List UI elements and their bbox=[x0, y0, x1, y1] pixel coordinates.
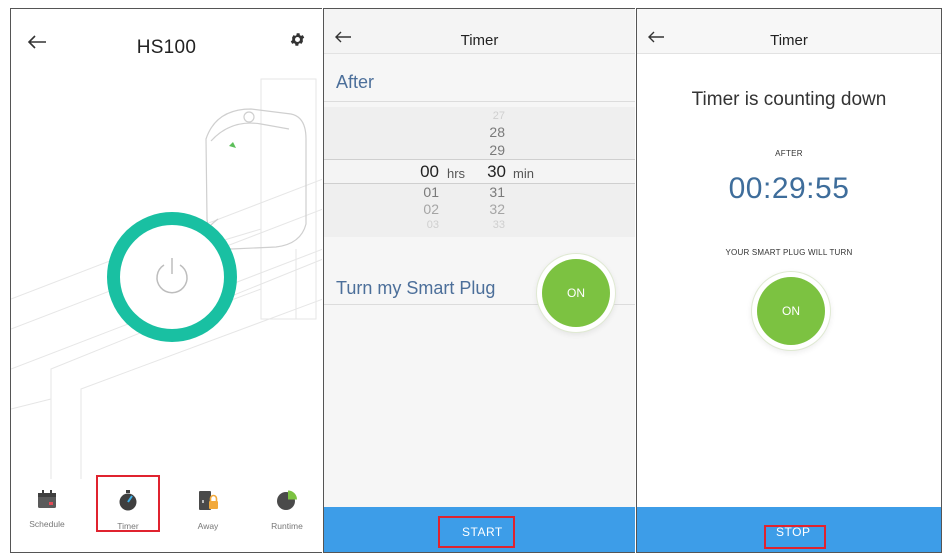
timer-header: Timer bbox=[324, 9, 635, 54]
calendar-icon bbox=[38, 490, 56, 508]
device-home-panel: HS100 Schedule Timer Away Runtime bbox=[10, 8, 322, 553]
page-title: Timer bbox=[460, 32, 499, 49]
tab-label: Away bbox=[197, 521, 219, 531]
minutes-option[interactable]: 33 bbox=[475, 219, 505, 231]
device-header: HS100 bbox=[11, 9, 322, 73]
after-caption: AFTER bbox=[775, 149, 803, 158]
divider bbox=[324, 101, 635, 102]
minutes-option[interactable]: 32 bbox=[475, 201, 505, 217]
power-toggle-button[interactable] bbox=[107, 212, 237, 342]
turn-smart-plug-label: Turn my Smart Plug bbox=[336, 278, 496, 298]
minutes-selected[interactable]: 30 bbox=[476, 162, 506, 182]
plug-will-turn-caption: YOUR SMART PLUG WILL TURN bbox=[725, 248, 853, 257]
timer-setup-panel: Timer After 00 hrs 01 02 03 27 28 29 30 … bbox=[323, 8, 635, 553]
tab-schedule[interactable]: Schedule bbox=[17, 490, 77, 529]
hours-option[interactable]: 01 bbox=[409, 184, 439, 200]
on-state-indicator: ON bbox=[757, 277, 825, 345]
hours-option[interactable]: 03 bbox=[409, 219, 439, 231]
start-highlight bbox=[438, 516, 515, 548]
hours-unit: hrs bbox=[447, 166, 466, 181]
bottom-tab-bar: Schedule Timer Away Runtime bbox=[11, 480, 322, 552]
countdown-timer: 00:29:55 bbox=[728, 172, 850, 205]
gear-icon[interactable] bbox=[289, 31, 306, 48]
tab-label: Runtime bbox=[271, 521, 303, 531]
stop-highlight bbox=[764, 525, 826, 549]
tab-label: Schedule bbox=[29, 519, 65, 529]
minutes-option[interactable]: 31 bbox=[475, 184, 505, 200]
timer-countdown-panel: Timer Timer is counting down AFTER 00:29… bbox=[636, 8, 942, 553]
turn-on-toggle-button[interactable]: ON bbox=[542, 259, 610, 327]
tab-away[interactable]: Away bbox=[178, 490, 238, 531]
counting-status-text: Timer is counting down bbox=[691, 89, 887, 110]
after-label: After bbox=[336, 72, 375, 92]
away-lock-icon bbox=[199, 491, 218, 510]
duration-picker[interactable]: 00 hrs 01 02 03 27 28 29 30 min 31 32 33 bbox=[324, 107, 635, 237]
pie-chart-icon bbox=[277, 490, 297, 510]
hours-selected[interactable]: 00 bbox=[409, 162, 439, 182]
minutes-option[interactable]: 28 bbox=[475, 124, 505, 140]
tab-runtime[interactable]: Runtime bbox=[257, 490, 317, 531]
minutes-option[interactable]: 27 bbox=[475, 110, 505, 122]
page-title: Timer bbox=[770, 32, 808, 49]
timer-tab-highlight bbox=[96, 475, 160, 532]
timer-header: Timer bbox=[637, 9, 941, 54]
on-label: ON bbox=[567, 286, 585, 300]
minutes-option[interactable]: 29 bbox=[475, 142, 505, 158]
on-label: ON bbox=[782, 304, 800, 318]
minutes-unit: min bbox=[513, 166, 534, 181]
power-icon bbox=[156, 258, 188, 294]
hours-option[interactable]: 02 bbox=[409, 201, 439, 217]
device-title: HS100 bbox=[136, 37, 197, 58]
